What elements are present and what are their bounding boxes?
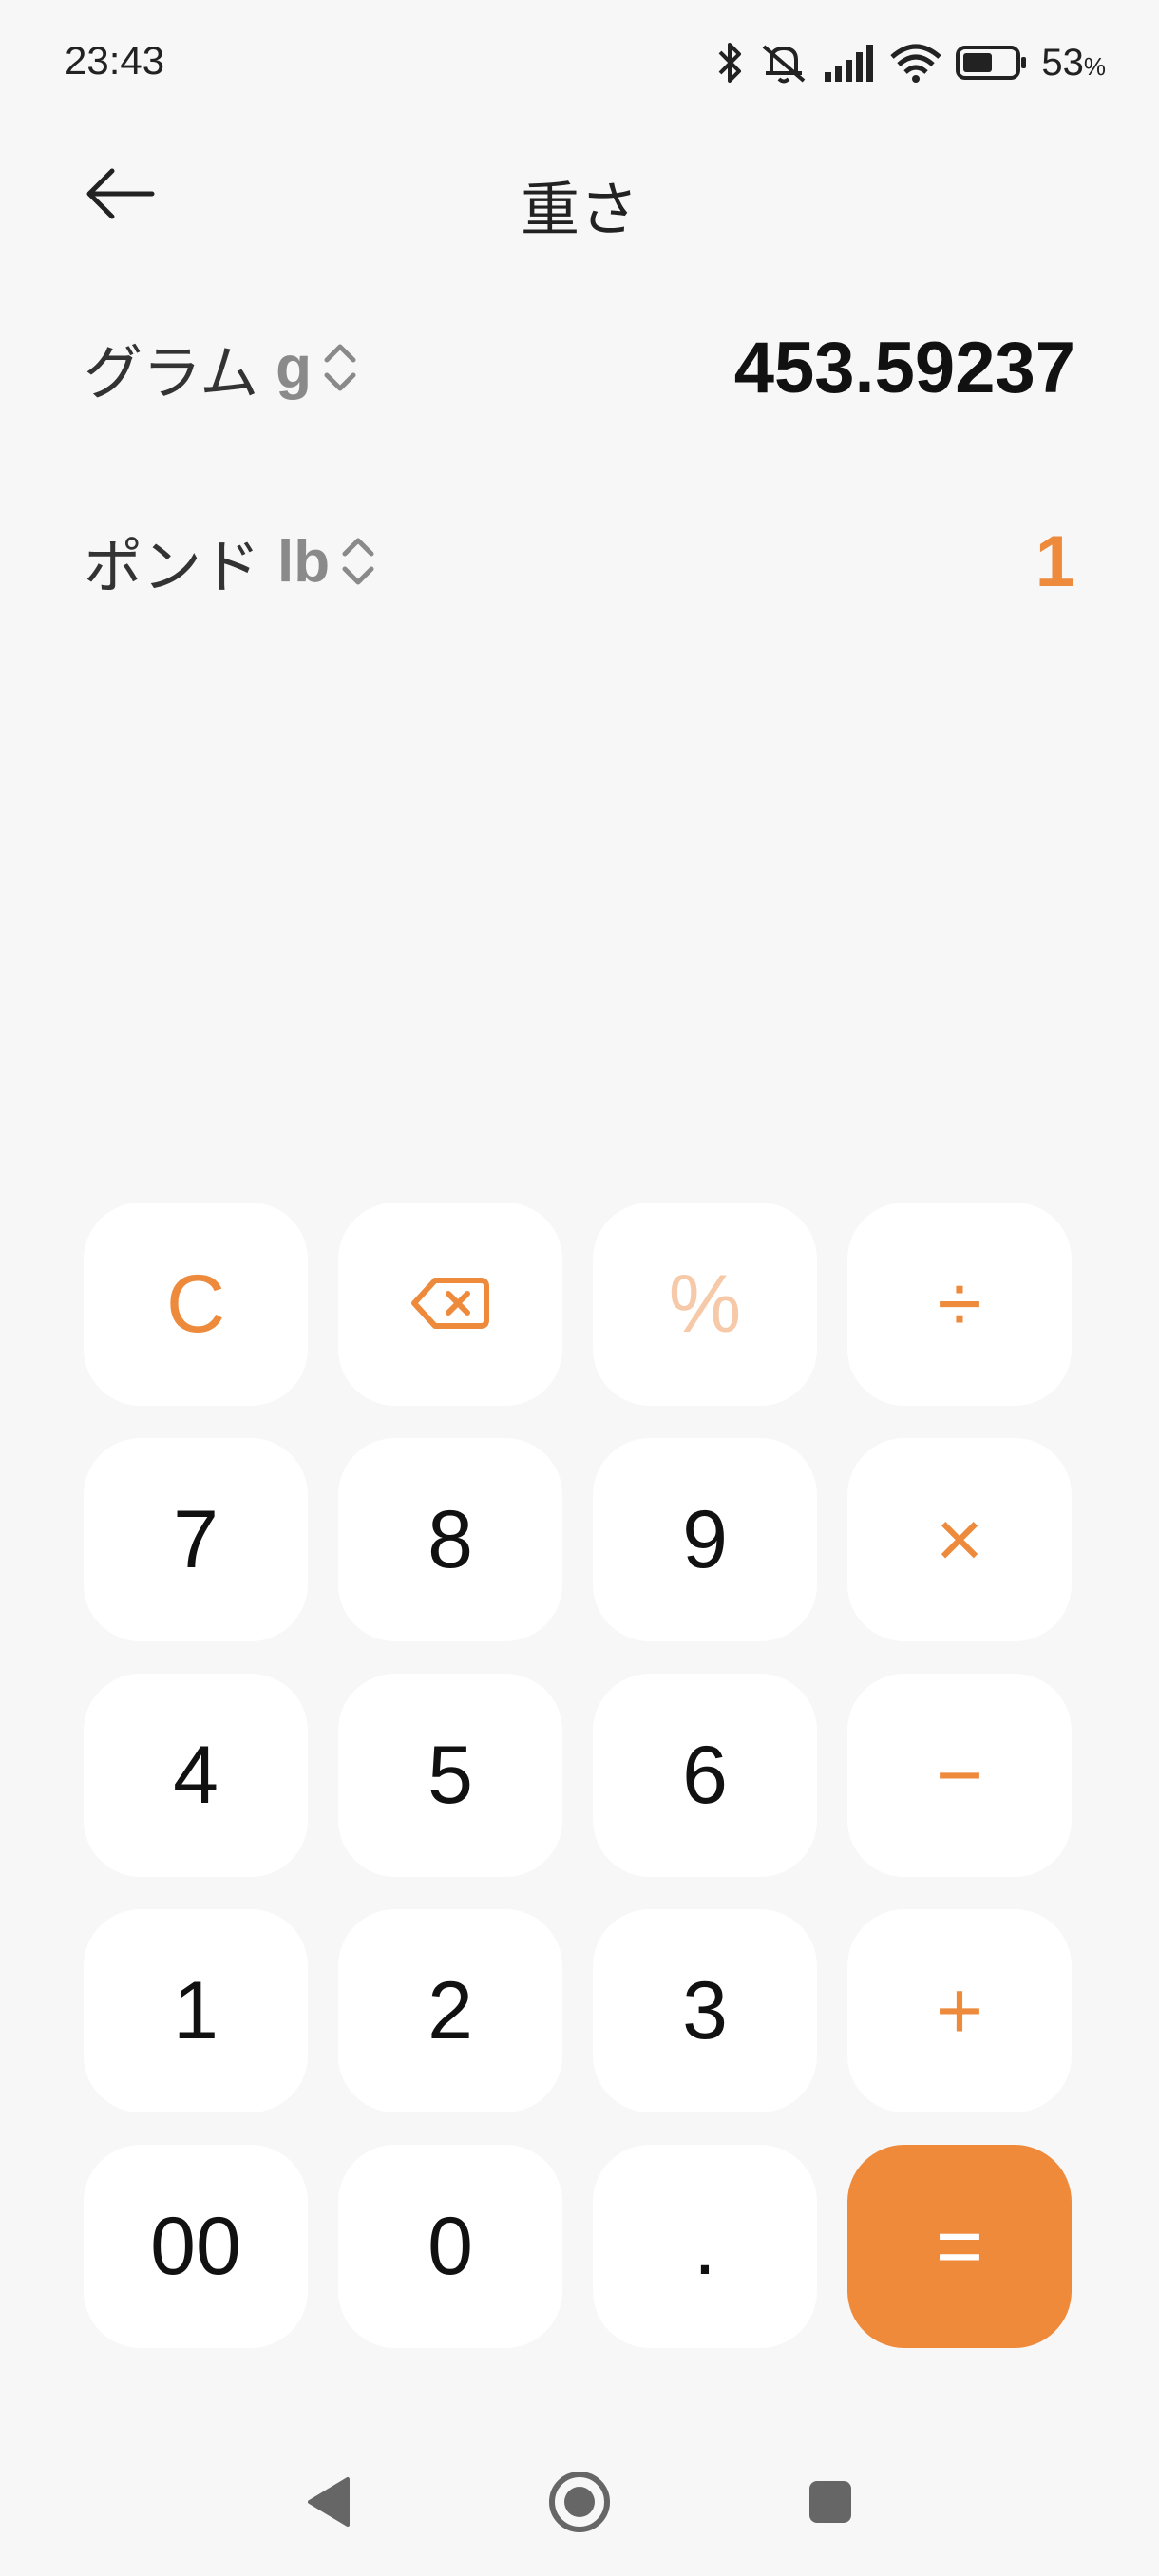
digit-3-button[interactable]: 3 (593, 1909, 817, 2112)
unit-switch-icon (321, 339, 359, 396)
unit-selector-pounds[interactable]: ポンド lb (84, 509, 377, 614)
unit-row-pounds: ポンド lb 1 (84, 509, 1075, 614)
unit-name: ポンド (84, 532, 261, 601)
keypad: C % ÷ 7 8 9 × 4 5 6 − 1 2 3 + 00 0 . = (84, 1203, 1075, 2348)
unit-row-grams: グラム g 453.59237 (84, 315, 1075, 420)
unit-symbol: g (276, 334, 313, 401)
unit-selector-grams[interactable]: グラム g (84, 315, 359, 420)
nav-home-button[interactable] (522, 2432, 636, 2576)
digit-8-button[interactable]: 8 (338, 1438, 562, 1641)
page-title: 重さ (520, 175, 638, 244)
unit-value-pounds[interactable]: 1 (1036, 509, 1075, 614)
unit-name: グラム (84, 338, 259, 407)
multiply-button[interactable]: × (847, 1438, 1072, 1641)
bluetooth-icon (716, 41, 745, 85)
double-zero-button[interactable]: 00 (84, 2145, 308, 2348)
status-icons: 53% (716, 36, 1106, 89)
backspace-button[interactable] (338, 1203, 562, 1406)
status-time: 23:43 (65, 38, 165, 83)
decimal-button[interactable]: . (593, 2145, 817, 2348)
battery-icon (956, 44, 1028, 82)
digit-6-button[interactable]: 6 (593, 1674, 817, 1877)
unit-value-grams[interactable]: 453.59237 (734, 315, 1075, 420)
digit-9-button[interactable]: 9 (593, 1438, 817, 1641)
unit-symbol: lb (277, 528, 331, 595)
equals-button[interactable]: = (847, 2145, 1072, 2348)
signal-icon (823, 44, 876, 82)
unit-switch-icon (339, 533, 377, 590)
status-bar: 23:43 53% (0, 0, 1159, 129)
home-circle-icon (548, 2471, 611, 2537)
divide-button[interactable]: ÷ (847, 1203, 1072, 1406)
nav-back-button[interactable] (272, 2432, 386, 2576)
digit-4-button[interactable]: 4 (84, 1674, 308, 1877)
percent-button[interactable]: % (593, 1203, 817, 1406)
digit-7-button[interactable]: 7 (84, 1438, 308, 1641)
plus-button[interactable]: + (847, 1909, 1072, 2112)
digit-0-button[interactable]: 0 (338, 2145, 562, 2348)
back-triangle-icon (306, 2475, 352, 2532)
digit-2-button[interactable]: 2 (338, 1909, 562, 2112)
navigation-bar (0, 2432, 1159, 2576)
wifi-icon (889, 42, 942, 84)
clear-button[interactable]: C (84, 1203, 308, 1406)
digit-1-button[interactable]: 1 (84, 1909, 308, 2112)
battery-percent: 53% (1041, 41, 1106, 84)
nav-recents-button[interactable] (773, 2432, 887, 2576)
minus-button[interactable]: − (847, 1674, 1072, 1877)
backspace-icon (410, 1258, 490, 1352)
mute-icon (758, 41, 809, 85)
digit-5-button[interactable]: 5 (338, 1674, 562, 1877)
recents-square-icon (808, 2479, 853, 2529)
